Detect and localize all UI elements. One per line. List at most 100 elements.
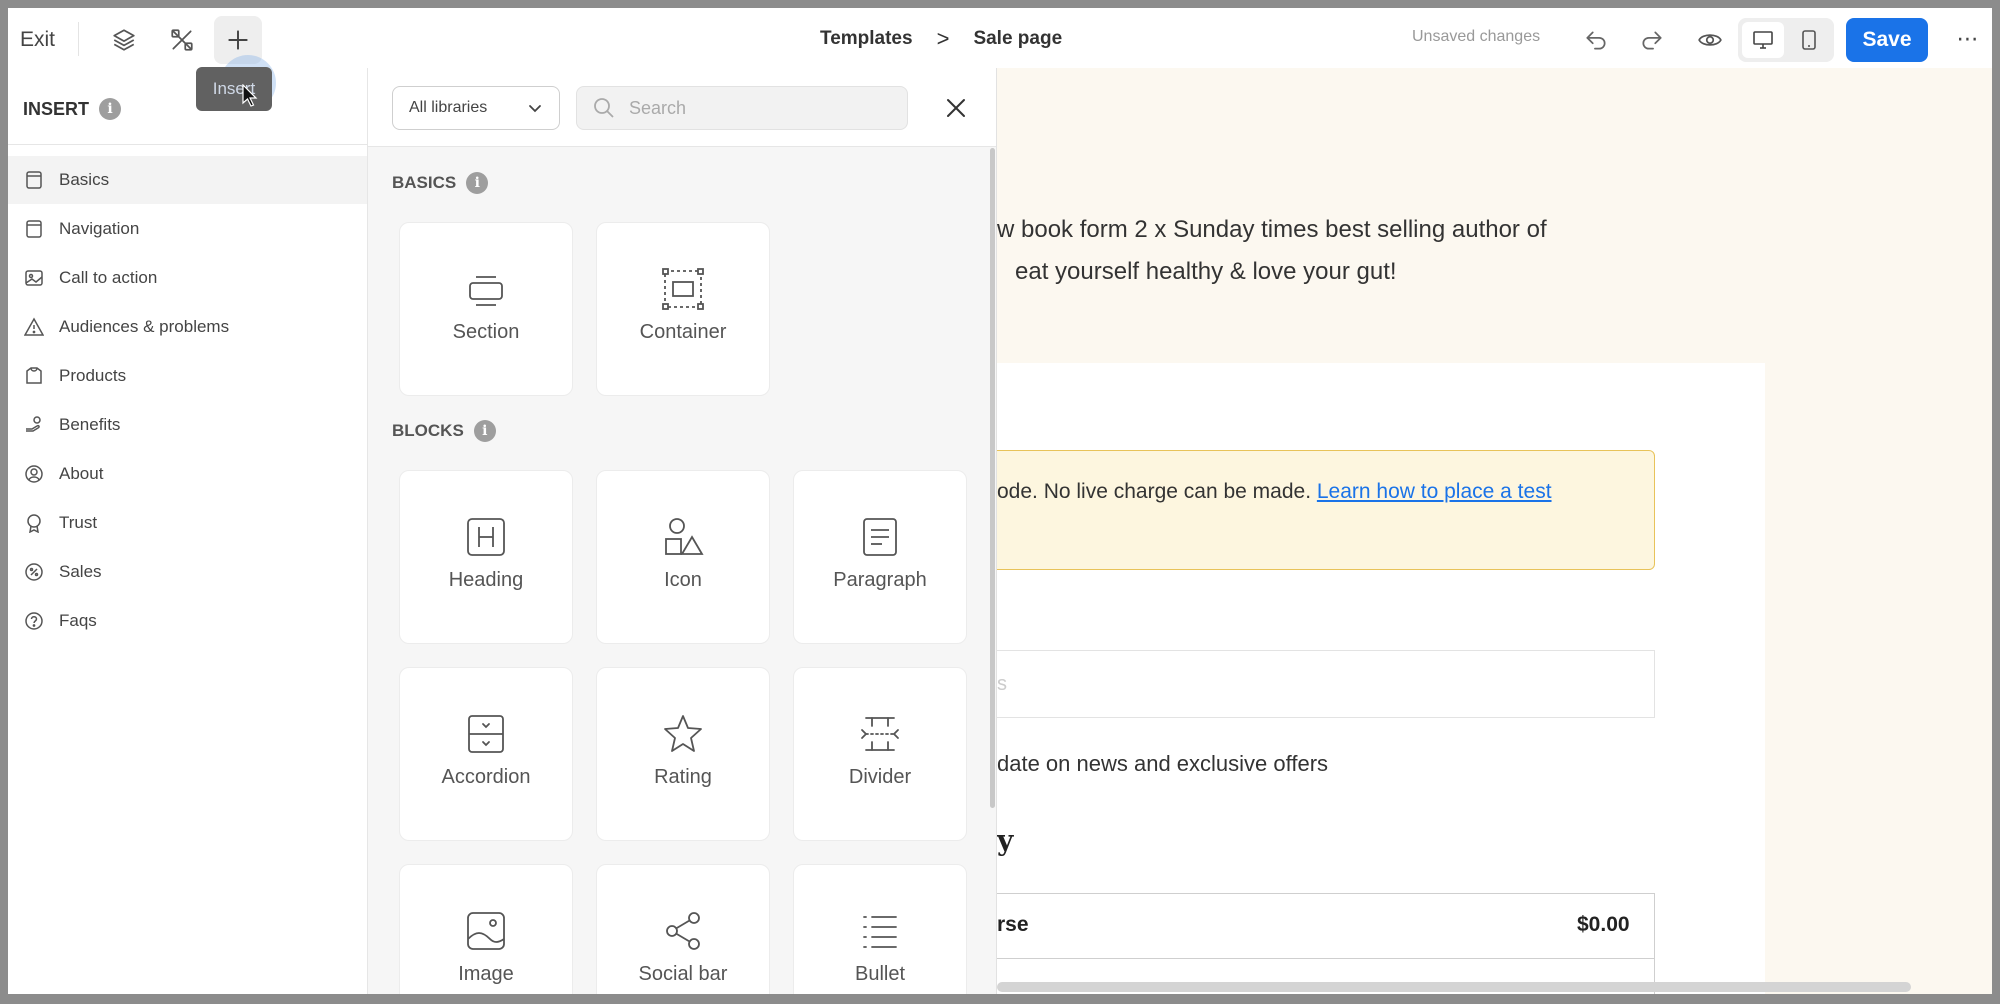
sidebar-item-sales[interactable]: Sales xyxy=(8,548,367,596)
library-scrollbar[interactable] xyxy=(990,148,995,808)
tile-label: Image xyxy=(458,963,514,985)
category-list: Basics Navigation Call to action Audienc… xyxy=(8,156,367,646)
alert-message: ode. No live charge can be made. Learn h… xyxy=(997,480,1552,504)
sidebar-item-label: Audiences & problems xyxy=(59,317,230,336)
sidebar-item-basics[interactable]: Basics xyxy=(8,156,367,204)
intro-text-line2[interactable]: eat yourself healthy & love your gut! xyxy=(1015,258,1397,286)
tile-label: Heading xyxy=(448,569,524,591)
list-icon xyxy=(858,909,902,953)
sidebar-item-trust[interactable]: Trust xyxy=(8,499,367,547)
tools-button[interactable] xyxy=(158,16,206,64)
tile-icon[interactable]: Icon xyxy=(596,470,770,644)
sidebar-item-faqs[interactable]: Faqs xyxy=(8,597,367,645)
tile-label: Paragraph xyxy=(833,569,927,591)
accordion-icon xyxy=(464,712,508,756)
container-icon xyxy=(661,267,705,311)
layers-button[interactable] xyxy=(100,16,148,64)
tile-bullet[interactable]: Bullet xyxy=(793,864,967,994)
close-button[interactable] xyxy=(938,90,974,126)
close-icon xyxy=(947,99,965,117)
learn-test-link[interactable]: Learn how to place a test xyxy=(1317,480,1552,503)
page-canvas[interactable]: w book form 2 x Sunday times best sellin… xyxy=(997,68,1992,994)
canvas-horizontal-scrollbar[interactable] xyxy=(997,982,1911,992)
sidebar-item-benefits[interactable]: Benefits xyxy=(8,401,367,449)
blocks-title: BLOCKS xyxy=(392,421,464,440)
breadcrumb-separator: > xyxy=(936,26,950,51)
toolbar-divider xyxy=(78,22,79,56)
sidebar-item-label: Products xyxy=(59,366,127,385)
panel-divider xyxy=(8,144,367,145)
tile-label: Divider xyxy=(848,766,912,788)
newsletter-opt-in-text: date on news and exclusive offers xyxy=(997,751,1329,776)
exit-button[interactable]: Exit xyxy=(20,22,55,58)
breadcrumb-templates-link[interactable]: Templates xyxy=(820,28,913,50)
desktop-view-button[interactable] xyxy=(1742,22,1784,58)
sidebar-item-label: About xyxy=(59,464,104,483)
save-button[interactable]: Save xyxy=(1846,18,1928,62)
sidebar-item-label: Benefits xyxy=(59,415,121,434)
redo-icon xyxy=(1642,31,1662,50)
sidebar-item-navigation[interactable]: Navigation xyxy=(8,205,367,253)
order-summary-table xyxy=(997,893,1655,994)
tile-divider[interactable]: Divider xyxy=(793,667,967,841)
intro-text-line1[interactable]: w book form 2 x Sunday times best sellin… xyxy=(997,216,1547,244)
sidebar-item-products[interactable]: Products xyxy=(8,352,367,400)
basics-title: BASICS xyxy=(392,173,457,192)
tile-image[interactable]: Image xyxy=(399,864,573,994)
plus-icon xyxy=(228,30,248,50)
tile-label: Section xyxy=(452,321,520,343)
tile-social-bar[interactable]: Social bar xyxy=(596,864,770,994)
sidebar-item-audiences[interactable]: Audiences & problems xyxy=(8,303,367,351)
library-select-value: All libraries xyxy=(409,99,488,116)
insert-category-panel: INSERT i Basics Navigation Call to actio… xyxy=(8,68,368,994)
blocks-section-header: BLOCKS i xyxy=(392,420,496,442)
library-toolbar: All libraries xyxy=(368,68,996,147)
info-icon[interactable]: i xyxy=(466,172,489,194)
info-icon[interactable]: i xyxy=(473,420,496,442)
library-search[interactable] xyxy=(576,86,908,130)
library-select[interactable]: All libraries xyxy=(392,86,560,130)
mobile-icon xyxy=(1802,30,1816,50)
tile-label: Rating xyxy=(654,766,712,788)
search-input[interactable] xyxy=(627,96,891,120)
more-options-button[interactable]: ⋯ xyxy=(1952,22,1984,56)
sidebar-item-about[interactable]: About xyxy=(8,450,367,498)
desktop-icon xyxy=(1753,31,1773,49)
insert-tooltip: Insert xyxy=(196,67,272,111)
redo-button[interactable] xyxy=(1628,16,1676,64)
tile-label: Icon xyxy=(664,569,702,591)
section-icon xyxy=(464,267,508,311)
insert-library-panel: All libraries BASICS i Section Container xyxy=(368,68,997,994)
mobile-view-button[interactable] xyxy=(1788,22,1830,58)
test-mode-alert xyxy=(997,450,1655,570)
preview-button[interactable] xyxy=(1686,16,1734,64)
basics-section-header: BASICS i xyxy=(392,172,489,194)
sidebar-item-label: Faqs xyxy=(59,611,97,630)
sidebar-item-label: Trust xyxy=(59,513,98,532)
tile-accordion[interactable]: Accordion xyxy=(399,667,573,841)
email-field[interactable] xyxy=(997,650,1655,718)
tile-label: Social bar xyxy=(638,963,728,985)
tile-heading[interactable]: Heading xyxy=(399,470,573,644)
tile-paragraph[interactable]: Paragraph xyxy=(793,470,967,644)
tools-icon xyxy=(171,29,193,51)
save-status: Unsaved changes xyxy=(1412,28,1541,45)
tile-label: Accordion xyxy=(441,766,531,788)
tile-container[interactable]: Container xyxy=(596,222,770,396)
info-icon[interactable]: i xyxy=(99,98,122,120)
tile-section[interactable]: Section xyxy=(399,222,573,396)
undo-button[interactable] xyxy=(1572,16,1620,64)
tile-label: Bullet xyxy=(854,963,906,985)
sidebar-item-label: Call to action xyxy=(59,268,158,287)
order-item-price: $0.00 xyxy=(1577,913,1630,936)
tile-rating[interactable]: Rating xyxy=(596,667,770,841)
chevron-down-icon xyxy=(529,105,541,113)
share-icon xyxy=(661,909,705,953)
heading-icon xyxy=(464,515,508,559)
viewport-toggle xyxy=(1738,18,1834,62)
sidebar-item-call-to-action[interactable]: Call to action xyxy=(8,254,367,302)
paragraph-icon xyxy=(858,515,902,559)
eye-icon xyxy=(1698,34,1722,46)
insert-title: INSERT xyxy=(23,98,90,119)
search-icon xyxy=(594,98,614,118)
